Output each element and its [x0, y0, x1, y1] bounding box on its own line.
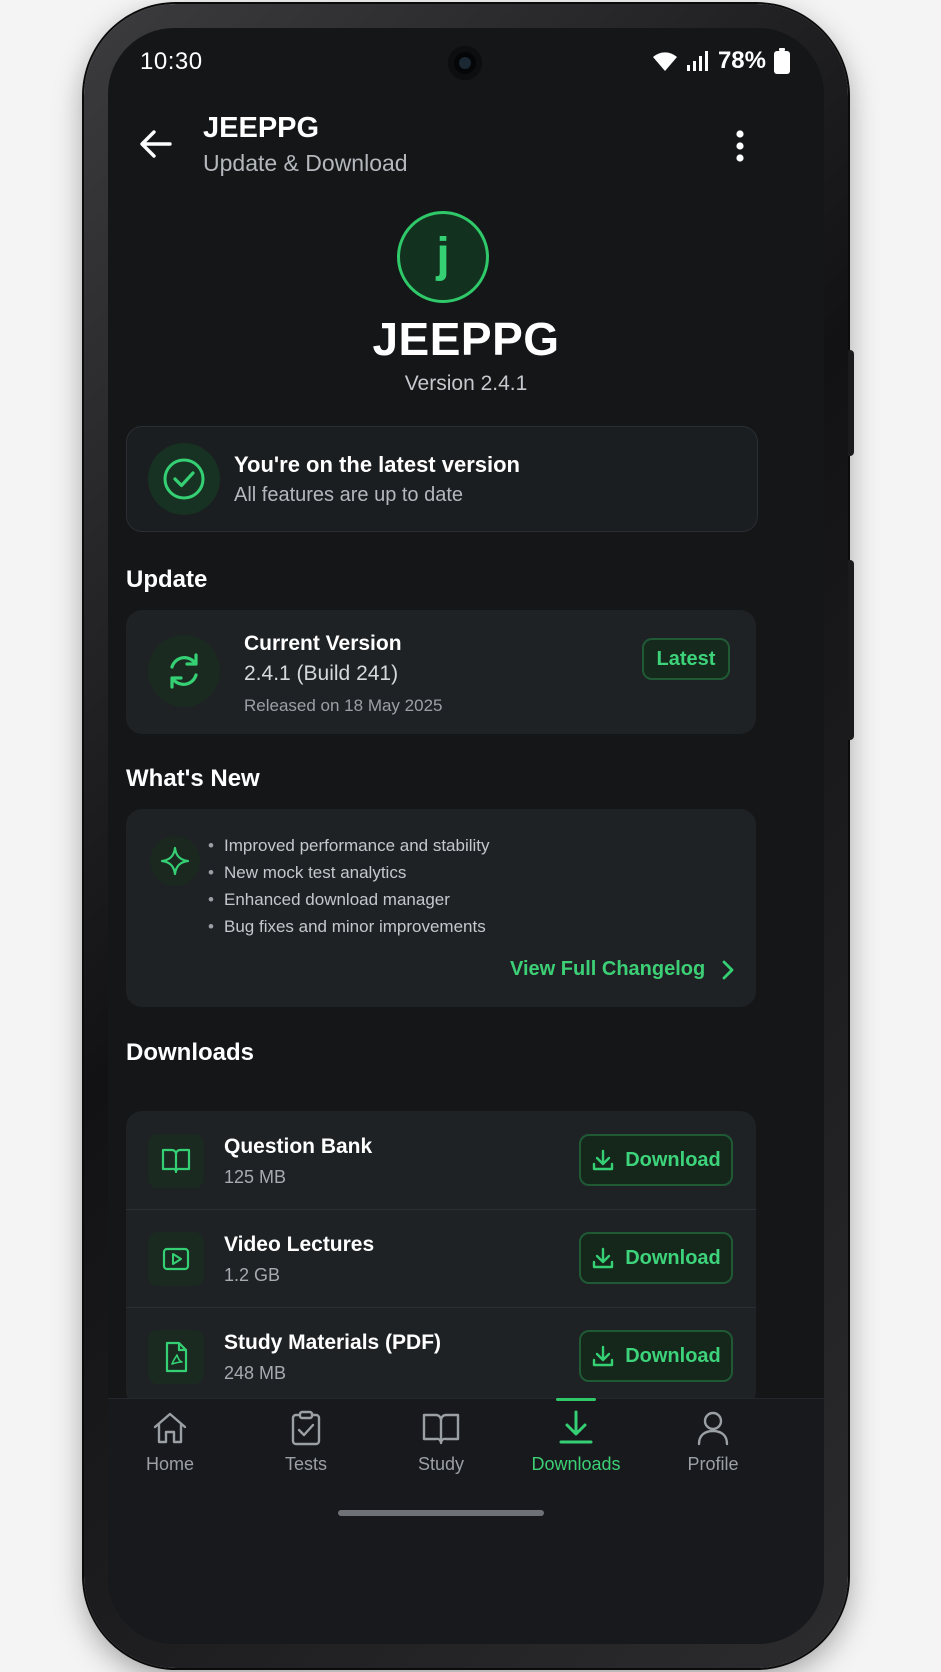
download-icon [593, 1247, 614, 1269]
page-title: JEEPPG [203, 112, 320, 144]
list-item: • Improved performance and stability [208, 835, 490, 855]
status-icons: 78% [652, 46, 790, 76]
downloads-icon [556, 1408, 596, 1448]
download-name: Video Lectures [224, 1233, 375, 1256]
app-name: JEEPPG [372, 313, 560, 365]
front-camera [448, 46, 482, 80]
signal-icon [686, 51, 708, 71]
more-options-button[interactable] [718, 124, 762, 168]
status-time: 10:30 [140, 48, 203, 75]
download-name: Study Materials (PDF) [224, 1331, 442, 1354]
latest-badge: Latest [642, 638, 730, 680]
power-button [848, 560, 854, 740]
download-button[interactable]: Download [579, 1232, 733, 1284]
update-status-card [126, 426, 758, 532]
download-size: 1.2 GB [224, 1265, 281, 1285]
nav-label: Study [417, 1454, 465, 1474]
nav-item-downloads[interactable]: Downloads [516, 1408, 636, 1475]
wifi-icon [652, 52, 677, 71]
book-icon [148, 1134, 204, 1188]
arrow-left-icon [140, 130, 172, 158]
nav-label: Downloads [531, 1454, 621, 1474]
current-version-label: Current Version [244, 632, 402, 655]
list-item: • Enhanced download manager [208, 889, 450, 909]
chevron-right-icon [722, 960, 734, 979]
download-size: 248 MB [224, 1363, 287, 1383]
nav-label: Tests [284, 1454, 327, 1474]
download-button-label: Download [625, 1344, 721, 1367]
download-button[interactable]: Download [579, 1330, 733, 1382]
app-version: Version 2.4.1 [404, 372, 528, 395]
volume-button [848, 350, 854, 456]
current-version-value: 2.4.1 (Build 241) [244, 662, 399, 685]
downloads-card: Question Bank 125 MB Download Video Lect… [126, 1111, 756, 1407]
whats-new-title: What's New [126, 765, 260, 792]
update-section-title: Update [126, 566, 208, 593]
check-icon [148, 443, 220, 515]
app-logo-letter: j [436, 228, 450, 282]
battery-percent: 78% [717, 47, 766, 74]
app-logo: j [397, 211, 489, 303]
download-icon [593, 1345, 614, 1367]
downloads-section-title: Downloads [126, 1039, 255, 1066]
nav-item-tests[interactable]: Tests [246, 1408, 366, 1475]
nav-item-study[interactable]: Study [381, 1408, 501, 1475]
download-button-label: Download [625, 1148, 721, 1171]
download-size: 125 MB [224, 1167, 287, 1187]
download-row-question-bank: Question Bank 125 MB Download [126, 1111, 756, 1209]
whats-new-list: • Improved performance and stability • New… [208, 832, 490, 940]
screen: 10:30 78% JEEPPG Update & Download j JEE… [108, 28, 824, 1644]
back-button[interactable] [134, 122, 178, 166]
active-tab-indicator [556, 1398, 596, 1401]
list-item: • Bug fixes and minor improvements [208, 916, 486, 936]
nav-label: Home [145, 1454, 194, 1474]
nav-item-profile[interactable]: Profile [653, 1408, 773, 1475]
download-button[interactable]: Download [579, 1134, 733, 1186]
release-date: Released on 18 May 2025 [244, 696, 443, 715]
view-changelog-link[interactable]: View Full Changelog [510, 958, 735, 981]
battery-icon [774, 48, 790, 74]
video-icon [148, 1232, 204, 1286]
status-title: You're on the latest version [234, 452, 520, 477]
list-item: • New mock test analytics [208, 862, 407, 882]
home-indicator[interactable] [338, 1510, 544, 1516]
tests-icon [286, 1408, 326, 1448]
nav-item-home[interactable]: Home [110, 1408, 230, 1475]
download-name: Question Bank [224, 1135, 373, 1158]
refresh-icon [148, 635, 220, 707]
profile-icon [693, 1408, 733, 1448]
status-subtitle: All features are up to date [234, 484, 464, 506]
download-row-study-materials: Study Materials (PDF) 248 MB Download [126, 1307, 756, 1405]
study-icon [421, 1408, 461, 1448]
page-subtitle: Update & Download [203, 150, 408, 176]
download-button-label: Download [625, 1246, 721, 1269]
view-changelog-label: View Full Changelog [510, 958, 706, 980]
home-icon [150, 1408, 190, 1448]
download-row-video-lectures: Video Lectures 1.2 GB Download [126, 1209, 756, 1307]
more-vertical-icon [736, 130, 744, 162]
pdf-icon [148, 1330, 204, 1384]
sparkle-icon [150, 836, 200, 886]
nav-label: Profile [687, 1454, 739, 1474]
download-icon [593, 1149, 614, 1171]
